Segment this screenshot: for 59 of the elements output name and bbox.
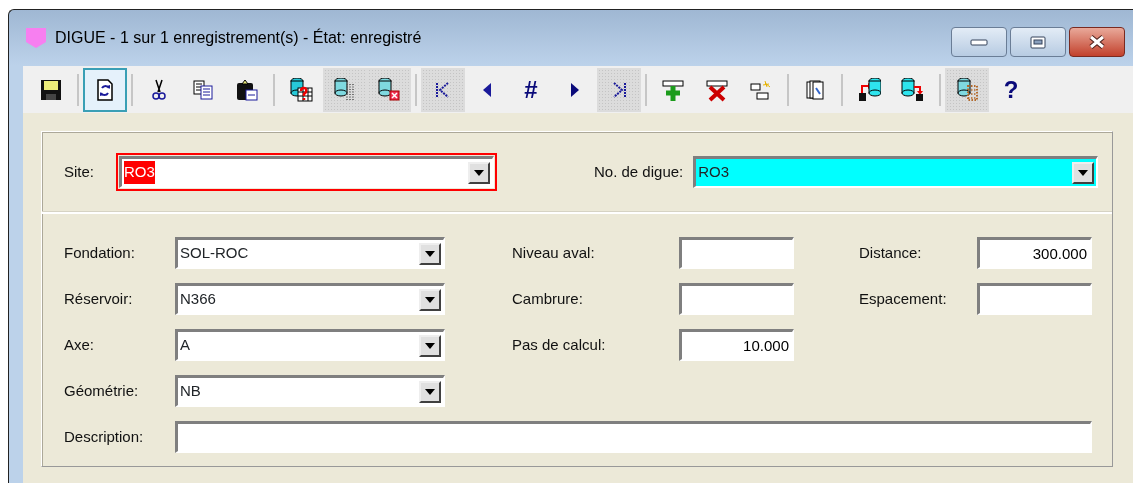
window-title: DIGUE - 1 sur 1 enregistrement(s) - État: enregistré: [55, 27, 422, 48]
minimize-button[interactable]: [951, 27, 1007, 57]
dropdown-arrow-button[interactable]: [419, 288, 441, 311]
dropdown-arrow-button[interactable]: [419, 380, 441, 403]
help-button[interactable]: ?: [989, 67, 1033, 112]
add-record-icon: [661, 77, 685, 102]
maximize-button[interactable]: [1010, 27, 1066, 57]
delete-record-icon: [705, 77, 729, 102]
dropdown-field[interactable]: N366: [175, 283, 445, 315]
field-label: Niveau aval:: [512, 242, 596, 263]
field-label: Axe:: [64, 334, 95, 355]
input-field[interactable]: [977, 283, 1092, 315]
documents-icon: [803, 77, 827, 102]
paste-icon: [235, 77, 259, 102]
close-icon: [1089, 35, 1105, 49]
field-label: Distance:: [859, 242, 923, 263]
field-label: No. de digue:: [594, 161, 684, 182]
dropdown-field[interactable]: A: [175, 329, 445, 361]
copy-icon: [191, 77, 215, 102]
close-button[interactable]: [1069, 27, 1125, 57]
dropdown-arrow-button[interactable]: [1072, 161, 1094, 184]
dropdown-arrow-button[interactable]: [419, 334, 441, 357]
caret-icon: [425, 388, 435, 395]
caret-icon: [425, 342, 435, 349]
field-label: Fondation:: [64, 242, 136, 263]
dropdown-field[interactable]: RO3: [119, 156, 494, 188]
save-icon: [39, 77, 63, 102]
import-icon: [857, 77, 881, 102]
caret-icon: [1078, 169, 1088, 176]
caret-icon: [474, 169, 484, 176]
database-query-icon: [289, 77, 313, 102]
dropdown-arrow-button[interactable]: [468, 161, 490, 184]
input-field[interactable]: 300.000: [977, 237, 1092, 269]
field-label: Réservoir:: [64, 288, 134, 309]
goto-record-button[interactable]: #: [509, 67, 553, 112]
field-label: Description:: [64, 426, 145, 447]
export-icon: [901, 77, 925, 102]
refresh-button[interactable]: [83, 67, 127, 112]
dropdown-field[interactable]: NB: [175, 375, 445, 407]
field-label: Pas de calcul:: [512, 334, 607, 355]
field-label: Site:: [64, 161, 95, 182]
input-field[interactable]: [679, 283, 794, 315]
dropdown-field[interactable]: RO3: [693, 156, 1098, 188]
dropdown-field[interactable]: SOL-ROC: [175, 237, 445, 269]
database-grid-icon: [955, 77, 979, 102]
maximize-icon: [1030, 35, 1046, 49]
field-label: Cambrure:: [512, 288, 584, 309]
database-delete-icon: [377, 77, 401, 102]
field-label: Géométrie:: [64, 380, 140, 401]
database-grid-icon: [333, 77, 357, 102]
minimize-icon: [971, 39, 987, 45]
input-field[interactable]: [175, 421, 1092, 453]
app-icon: [25, 27, 47, 49]
caret-icon: [425, 250, 435, 257]
input-field[interactable]: [679, 237, 794, 269]
dropdown-arrow-button[interactable]: [419, 242, 441, 265]
input-field[interactable]: 10.000: [679, 329, 794, 361]
field-label: Espacement:: [859, 288, 948, 309]
caret-icon: [425, 296, 435, 303]
